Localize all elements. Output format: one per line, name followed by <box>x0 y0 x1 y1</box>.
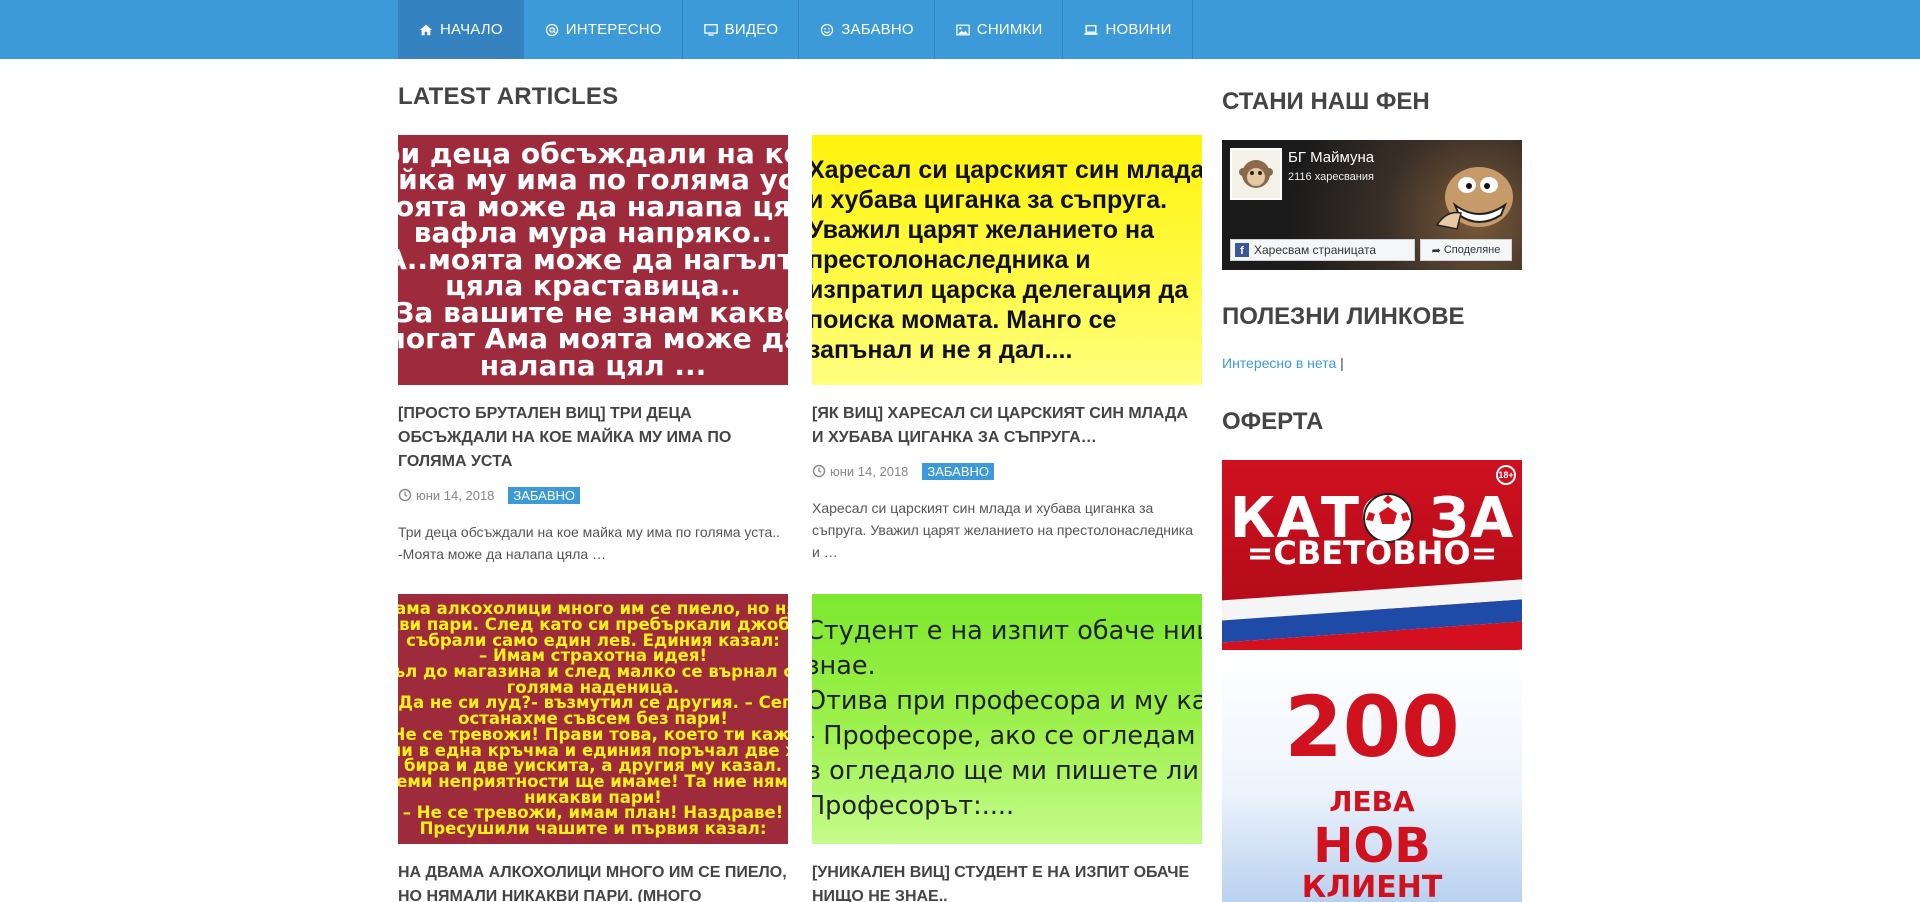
category-badge[interactable]: ЗАБАВНО <box>922 462 995 480</box>
thumb-text-line: Професорът:.... <box>812 791 1015 821</box>
monitor-icon <box>703 22 719 38</box>
article-meta: юни 14, 2018 ЗАБАВНО <box>398 485 788 505</box>
home-icon <box>418 22 434 38</box>
nav-item-home[interactable]: НАЧАЛО <box>398 0 524 59</box>
at-icon <box>544 22 560 38</box>
thumb-text-line: Студент е на изпит обаче нищо не <box>812 616 1202 646</box>
bonus-amount: 200 <box>1284 678 1460 776</box>
nav-item-label: НОВИНИ <box>1105 21 1172 38</box>
clock-icon <box>812 464 826 478</box>
useful-link[interactable]: Интересно в нета <box>1222 355 1336 371</box>
age-restriction-badge: 18+ <box>1496 465 1516 485</box>
article-card: Харесал си царският син млада и хубава ц… <box>812 135 1202 563</box>
offer-ad-banner[interactable]: 18+ КАТО ЗА =СВЕТОВНО= 200 ЛЕВА НОВ КЛИЕ… <box>1222 460 1522 902</box>
nav-item-video[interactable]: ВИДЕО <box>683 0 800 59</box>
thumb-text-line: знае. <box>812 651 876 681</box>
facebook-like-button[interactable]: f Харесвам страницата <box>1230 239 1415 261</box>
picture-icon <box>955 22 971 38</box>
thumb-text-line: Отива при професора и му казва: <box>812 686 1202 716</box>
section-title-latest-articles: LATEST ARTICLES <box>398 83 619 110</box>
sidebar-title-links: ПОЛЕЗНИ ЛИНКОВЕ <box>1222 303 1465 330</box>
sidebar-title-offer: ОФЕРТА <box>1222 408 1324 435</box>
thumb-text-line: Уважил царят желанието на <box>812 216 1155 244</box>
thumb-text-line: - Професоре, ако се огледам целия <box>812 721 1202 751</box>
article-card: три деца обсъждали на кое майка му има п… <box>398 135 788 565</box>
article-date: юни 14, 2018 <box>830 463 909 479</box>
nav-item-news[interactable]: НОВИНИ <box>1063 0 1193 59</box>
article-title-link[interactable]: НА ДВАМА АЛКОХОЛИЦИ МНОГО ИМ СЕ ПИЕЛО, Н… <box>398 861 788 902</box>
clock-icon <box>398 488 412 502</box>
article-thumbnail[interactable]: Студент е на изпит обаче нищо не знае. О… <box>812 594 1202 844</box>
article-card: Студент е на изпит обаче нищо не знае. О… <box>812 594 1202 902</box>
article-thumbnail[interactable]: Харесал си царският син млада и хубава ц… <box>812 135 1202 385</box>
article-date: юни 14, 2018 <box>416 487 495 503</box>
sidebar-title-fan: СТАНИ НАШ ФЕН <box>1222 88 1430 115</box>
nav-item-photos[interactable]: СНИМКИ <box>935 0 1064 59</box>
article-thumbnail[interactable]: На двама алкохолици много им се пиело, н… <box>398 594 788 844</box>
article-thumbnail[interactable]: три деца обсъждали на кое майка му има п… <box>398 135 788 385</box>
link-separator: | <box>1340 355 1344 371</box>
nav-item-label: ЗАБАВНО <box>841 21 914 38</box>
nav-item-label: СНИМКИ <box>976 21 1043 38</box>
share-icon: ➦ <box>1431 244 1441 257</box>
article-meta: юни 14, 2018 ЗАБАВНО <box>812 461 1202 481</box>
nav-item-label: НАЧАЛО <box>440 21 503 38</box>
article-excerpt: Три деца обсъждали на кое майка му има п… <box>398 524 781 562</box>
article-title-link[interactable]: [УНИКАЛЕН ВИЦ] СТУДЕНТ Е НА ИЗПИТ ОБАЧЕ … <box>812 861 1202 902</box>
category-badge[interactable]: ЗАБАВНО <box>508 486 581 504</box>
page-avatar[interactable] <box>1230 148 1282 200</box>
banner-subheadline: =СВЕТОВНО= <box>1246 534 1498 572</box>
nav-item-funny[interactable]: ЗАБАВНО <box>799 0 935 59</box>
banner-new-word: НОВ <box>1313 818 1431 874</box>
nav-item-interesting[interactable]: ИНТЕРЕСНО <box>524 0 683 59</box>
thumb-text-line: Пресушили чашите и първия казал: <box>419 819 767 839</box>
facebook-icon: f <box>1235 243 1249 257</box>
thumb-text-line: престолонаследника и <box>812 246 1091 274</box>
smile-icon <box>819 22 835 38</box>
top-navbar: НАЧАЛО ИНТЕРЕСНО ВИДЕО ЗАБАВНО СНИМКИ НО… <box>0 0 1920 59</box>
facebook-like-count: 2116 харесвания <box>1288 171 1374 183</box>
banner-client-word: КЛИЕНТ <box>1301 870 1443 902</box>
facebook-page-name[interactable]: БГ Маймуна <box>1288 149 1374 166</box>
thumb-text-line: Харесал си царският син млада <box>812 156 1202 184</box>
thumb-text-line: поиска момата. Манго се <box>812 306 1117 334</box>
thumb-text-line: и хубава циганка за съпруга. <box>812 186 1168 214</box>
thumb-text-line: в огледало ще ми пишете ли 3? <box>812 756 1202 786</box>
share-button-label: Споделяне <box>1443 244 1501 256</box>
facebook-share-button[interactable]: ➦ Споделяне <box>1420 239 1512 261</box>
thumb-text-line: запънал и не я дал.... <box>812 336 1073 364</box>
cartoon-cover-icon <box>1435 167 1513 230</box>
article-title-link[interactable]: [ЯК ВИЦ] ХАРЕСАЛ СИ ЦАРСКИЯТ СИН МЛАДА И… <box>812 402 1202 450</box>
nav-item-label: ВИДЕО <box>724 21 779 38</box>
nav-item-label: ИНТЕРЕСНО <box>565 21 662 38</box>
article-excerpt: Харесал си царският син млада и хубава ц… <box>812 500 1194 560</box>
bonus-currency: ЛЕВА <box>1329 785 1415 818</box>
thumb-text-line: изпратил царска делегация да <box>812 276 1189 304</box>
article-card: На двама алкохолици много им се пиело, н… <box>398 594 788 902</box>
nav-menu: НАЧАЛО ИНТЕРЕСНО ВИДЕО ЗАБАВНО СНИМКИ НО… <box>398 0 1193 59</box>
article-title-link[interactable]: [ПРОСТО БРУТАЛЕН ВИЦ] ТРИ ДЕЦА ОБСЪЖДАЛИ… <box>398 402 788 474</box>
facebook-page-widget[interactable]: БГ Маймуна 2116 харесвания f Харесвам ст… <box>1222 140 1522 270</box>
laptop-icon <box>1083 22 1099 38</box>
thumb-text-line: налапа цял ... <box>479 348 707 382</box>
useful-links-list: Интересно в нета | <box>1222 355 1344 371</box>
like-button-label: Харесвам страницата <box>1254 243 1377 257</box>
